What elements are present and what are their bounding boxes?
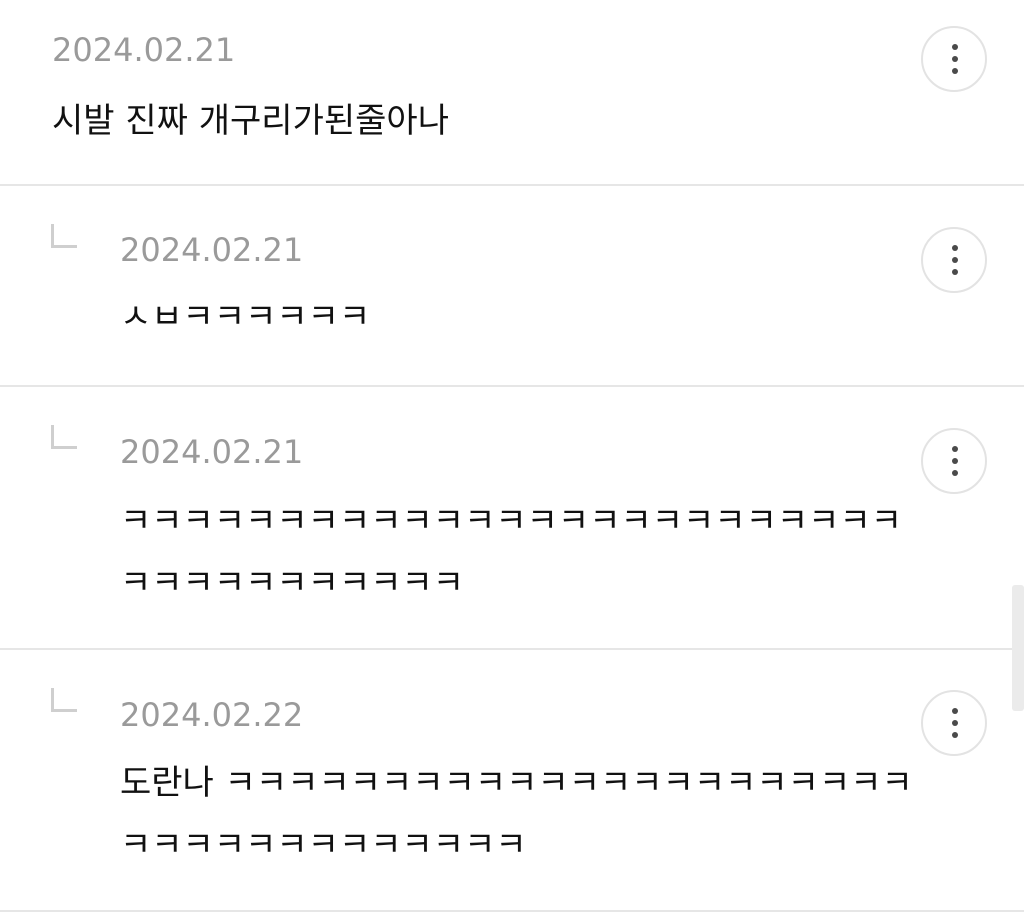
comment-list: 2024.02.21 시발 진짜 개구리가된줄아나 2024.02.21 ㅅㅂㅋ… <box>0 0 1024 916</box>
comment-text: ㅅㅂㅋㅋㅋㅋㅋㅋ <box>120 297 371 337</box>
reply-arrow-icon <box>51 425 77 449</box>
reply-arrow-icon <box>51 688 77 712</box>
comment-date: 2024.02.21 <box>52 31 236 69</box>
reply-item: 2024.02.21 ㅋㅋㅋㅋㅋㅋㅋㅋㅋㅋㅋㅋㅋㅋㅋㅋㅋㅋㅋㅋㅋㅋㅋㅋㅋㅋㅋㅋㅋ… <box>0 387 1024 649</box>
more-options-button[interactable] <box>921 227 987 293</box>
comment-text: ㅋㅋㅋㅋㅋㅋㅋㅋㅋㅋㅋㅋㅋㅋㅋㅋㅋㅋㅋㅋㅋㅋㅋㅋㅋㅋㅋㅋㅋㅋㅋㅋㅋㅋㅋㅋ <box>120 501 902 603</box>
comment-date: 2024.02.21 <box>120 433 304 471</box>
scrollbar-thumb[interactable] <box>1012 585 1024 711</box>
comment-date: 2024.02.21 <box>120 231 304 269</box>
comment-item: 2024.02.21 시발 진짜 개구리가된줄아나 <box>0 0 1024 185</box>
reply-item: 2024.02.22 도란나 ㅋㅋㅋㅋㅋㅋㅋㅋㅋㅋㅋㅋㅋㅋㅋㅋㅋㅋㅋㅋㅋㅋㅋㅋㅋ… <box>0 650 1024 912</box>
comment-text: 도란나 ㅋㅋㅋㅋㅋㅋㅋㅋㅋㅋㅋㅋㅋㅋㅋㅋㅋㅋㅋㅋㅋㅋㅋㅋㅋㅋㅋㅋㅋㅋㅋㅋㅋㅋㅋ <box>120 763 913 865</box>
comment-date: 2024.02.22 <box>120 696 304 734</box>
reply-arrow-icon <box>51 224 77 248</box>
more-options-button[interactable] <box>921 26 987 92</box>
reply-item: 2024.02.21 ㅅㅂㅋㅋㅋㅋㅋㅋ <box>0 186 1024 386</box>
more-options-button[interactable] <box>921 690 987 756</box>
more-options-button[interactable] <box>921 428 987 494</box>
divider <box>0 910 1024 912</box>
comment-text: 시발 진짜 개구리가된줄아나 <box>52 101 449 141</box>
